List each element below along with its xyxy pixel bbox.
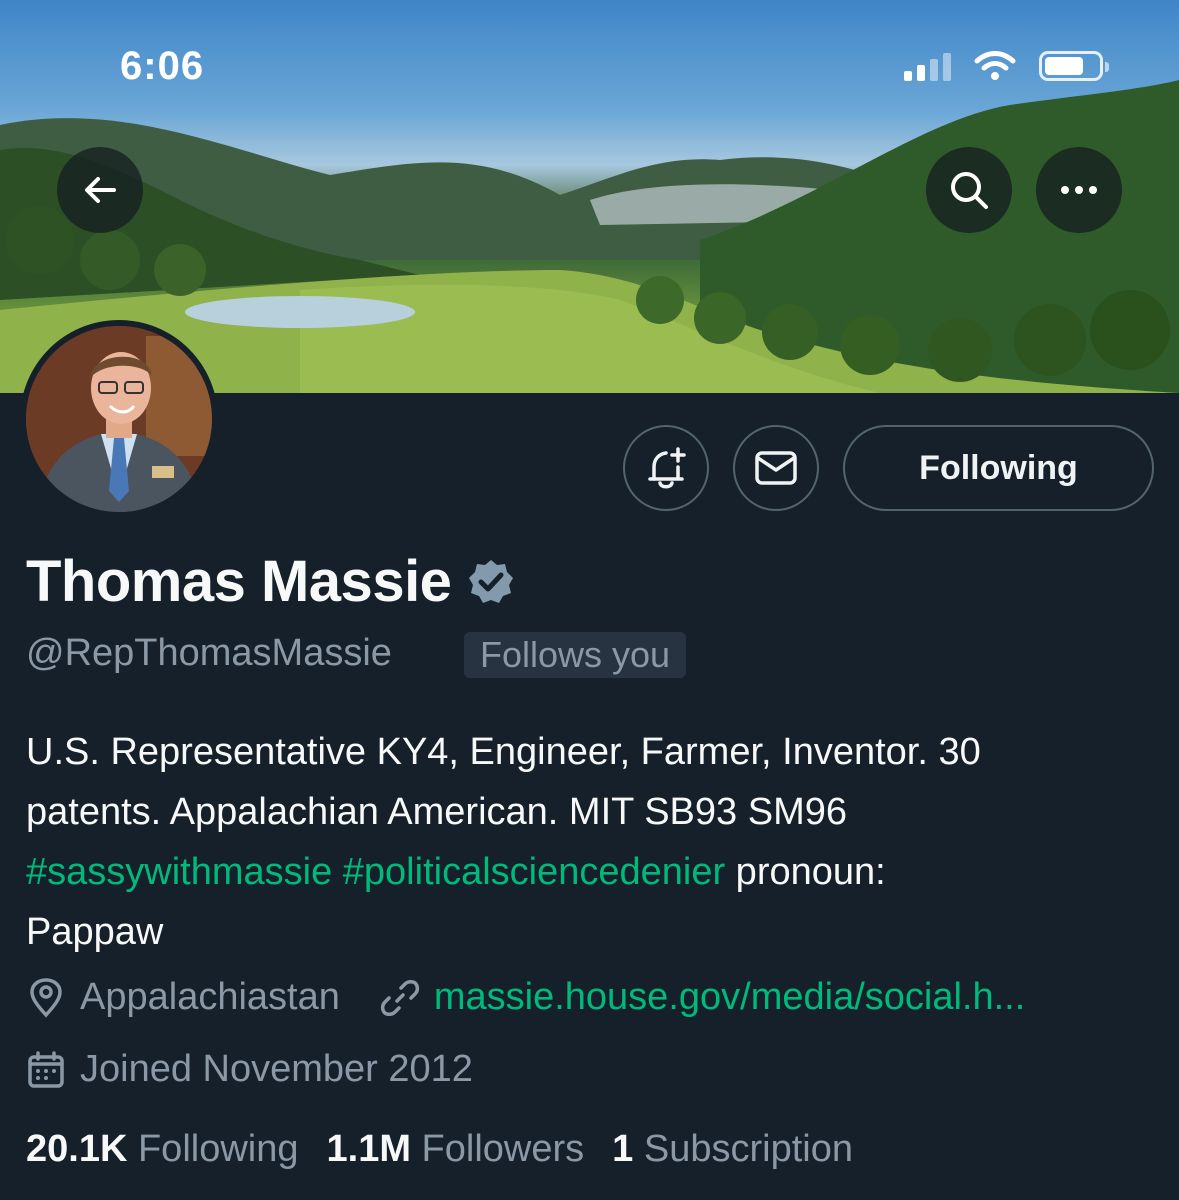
back-button[interactable] bbox=[57, 147, 143, 233]
search-icon bbox=[951, 172, 988, 209]
profile-handle: @RepThomasMassie bbox=[26, 632, 392, 674]
bio-line-2: patents. Appalachian American. MIT SB93 … bbox=[26, 791, 847, 833]
location-website-row: Appalachiastan massie.house.gov/media/so… bbox=[26, 976, 1025, 1019]
location-pin-icon bbox=[26, 977, 66, 1018]
more-button[interactable] bbox=[1036, 147, 1122, 233]
hashtag-link[interactable]: #sassywithmassie bbox=[26, 851, 332, 893]
message-button[interactable] bbox=[733, 425, 819, 511]
subscriptions-count: 1 bbox=[612, 1128, 634, 1170]
following-stat[interactable]: 20.1K Following bbox=[26, 1128, 299, 1171]
profile-stats: 20.1K Following 1.1M Followers 1 Subscri… bbox=[26, 1128, 853, 1171]
profile-location: Appalachiastan bbox=[80, 976, 340, 1018]
bio-line-4: Pappaw bbox=[26, 911, 164, 953]
calendar-icon bbox=[26, 1050, 66, 1090]
profile-website-link[interactable]: massie.house.gov/media/social.h... bbox=[434, 976, 1025, 1019]
profile-bio: U.S. Representative KY4, Engineer, Farme… bbox=[26, 722, 1156, 962]
notifications-button[interactable] bbox=[623, 425, 709, 511]
verified-badge-icon[interactable] bbox=[467, 558, 515, 606]
followers-label: Followers bbox=[421, 1128, 585, 1170]
mail-icon bbox=[755, 451, 797, 485]
cellular-signal-icon bbox=[904, 51, 951, 81]
hashtag-link[interactable]: #politicalsciencedenier bbox=[343, 851, 725, 893]
status-time: 6:06 bbox=[120, 44, 205, 88]
followers-stat[interactable]: 1.1M Followers bbox=[327, 1128, 585, 1171]
status-icons bbox=[904, 50, 1109, 82]
search-button[interactable] bbox=[926, 147, 1012, 233]
avatar-photo bbox=[26, 326, 212, 512]
bio-line-3: #sassywithmassie #politicalsciencedenier… bbox=[26, 842, 1156, 902]
profile-name: Thomas Massie bbox=[26, 549, 452, 614]
bio-line-1: U.S. Representative KY4, Engineer, Farme… bbox=[26, 731, 981, 773]
joined-row: Joined November 2012 bbox=[26, 1048, 473, 1091]
follows-you-badge: Follows you bbox=[464, 632, 687, 678]
profile-avatar[interactable] bbox=[20, 320, 218, 518]
following-button[interactable]: Following bbox=[843, 425, 1154, 511]
bell-plus-icon bbox=[648, 447, 686, 489]
following-label: Following bbox=[137, 1128, 299, 1170]
more-icon bbox=[1061, 186, 1097, 194]
subscriptions-label: Subscription bbox=[643, 1128, 853, 1170]
profile-name-row: Thomas Massie bbox=[26, 548, 515, 615]
wifi-icon bbox=[974, 51, 1016, 80]
following-count: 20.1K bbox=[26, 1128, 128, 1170]
followers-count: 1.1M bbox=[326, 1128, 411, 1170]
joined-date: Joined November 2012 bbox=[80, 1048, 473, 1090]
back-arrow-icon bbox=[85, 177, 116, 203]
bio-text: pronoun: bbox=[725, 851, 886, 893]
link-icon bbox=[380, 978, 420, 1018]
battery-icon bbox=[1039, 51, 1109, 81]
subscriptions-stat[interactable]: 1 Subscription bbox=[612, 1128, 853, 1171]
